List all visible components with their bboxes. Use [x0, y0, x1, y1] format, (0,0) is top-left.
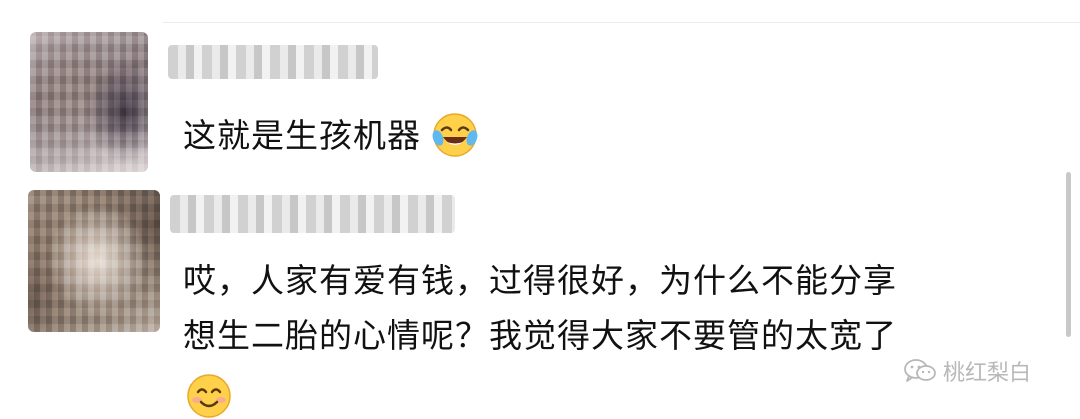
scrollbar[interactable] [1066, 172, 1071, 337]
avatar[interactable] [28, 190, 160, 332]
comment-text: 这就是生孩机器 [183, 108, 479, 163]
wechat-icon [903, 358, 937, 384]
comment-text-line: 想生二胎的心情呢？我觉得大家不要管的太宽了 [183, 316, 897, 355]
author-name-blurred[interactable] [168, 45, 378, 79]
comment-item: 这就是生孩机器 [0, 0, 1080, 180]
laugh-cry-emoji-icon [431, 111, 479, 159]
avatar-blur-overlay [30, 32, 148, 172]
author-name-blurred[interactable] [170, 195, 455, 233]
watermark: 桃红梨白 [903, 358, 1032, 386]
smile-emoji-icon [185, 372, 233, 419]
comment-text-content: 这就是生孩机器 [183, 116, 421, 155]
comment-screenshot: 这就是生孩机器 哎，人家有爱有钱，过得很好，为什么不能分享 想生二胎的心情呢？我… [0, 0, 1080, 419]
avatar-blur-overlay [28, 190, 160, 332]
comment-text-line: 哎，人家有爱有钱，过得很好，为什么不能分享 [183, 261, 897, 300]
watermark-label: 桃红梨白 [943, 361, 1032, 386]
avatar[interactable] [30, 32, 148, 172]
